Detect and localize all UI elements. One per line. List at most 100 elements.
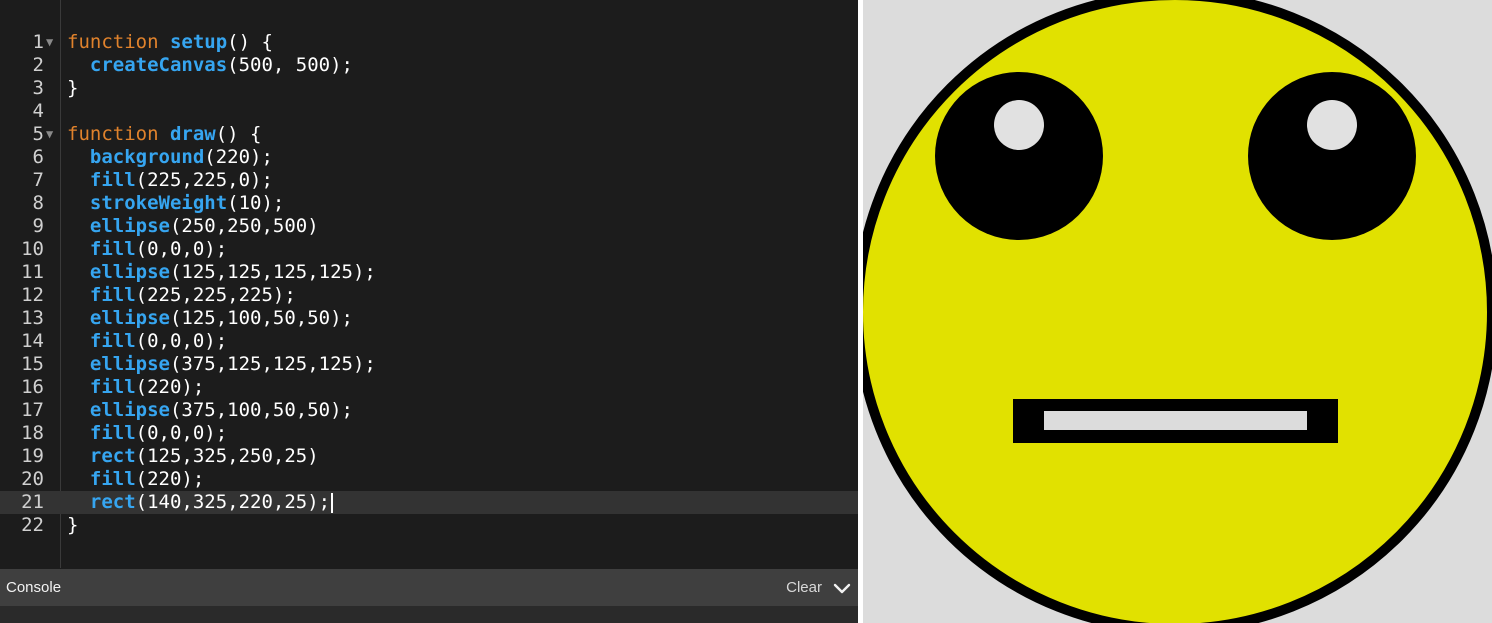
code-token: ellipse (89, 215, 170, 237)
sketch-preview (863, 0, 1492, 623)
code-token: () { (227, 31, 273, 53)
console-title: Console (6, 579, 62, 596)
line-number: 1 (32, 31, 44, 53)
fold-arrow-icon[interactable]: ▼ (46, 123, 58, 146)
code-text: fill(225,225,225); (67, 284, 296, 307)
code-line[interactable]: 5 ▼ function draw() { (0, 123, 858, 146)
code-line[interactable]: 19 rect(125,325,250,25) (0, 445, 858, 468)
code-token: strokeWeight (89, 192, 228, 214)
right-eye-highlight (1307, 100, 1357, 150)
line-number: 8 (32, 192, 44, 214)
code-token: (125,325,250,25) (135, 445, 319, 467)
line-number: 7 (32, 169, 44, 191)
code-lines[interactable]: 1 ▼ function setup() {2 createCanvas(500, … (0, 31, 858, 537)
code-line[interactable]: 22} (0, 514, 858, 537)
code-line[interactable]: 13 ellipse(125,100,50,50); (0, 307, 858, 330)
code-text: fill(0,0,0); (67, 422, 227, 445)
code-line[interactable]: 2 createCanvas(500, 500); (0, 54, 858, 77)
code-line[interactable]: 10 fill(0,0,0); (0, 238, 858, 261)
code-token: ellipse (89, 307, 170, 329)
code-token: setup (169, 31, 228, 53)
code-token: (0,0,0); (135, 422, 228, 444)
code-token: (500, 500); (227, 54, 354, 76)
code-token: (220); (135, 468, 205, 490)
line-number: 5 (32, 123, 44, 145)
code-token: ellipse (89, 261, 170, 283)
code-text: ellipse(125,125,125,125); (67, 261, 376, 284)
code-text: fill(220); (67, 468, 204, 491)
code-token: () { (215, 123, 262, 145)
code-line[interactable]: 15 ellipse(375,125,125,125); (0, 353, 858, 376)
code-text: ellipse(250,250,500) (67, 215, 319, 238)
code-token: fill (89, 376, 136, 398)
code-line[interactable]: 17 ellipse(375,100,50,50); (0, 399, 858, 422)
code-token: fill (89, 238, 136, 260)
code-line[interactable]: 1 ▼ function setup() { (0, 31, 858, 54)
code-token: (250,250,500) (169, 215, 319, 237)
code-text: fill(0,0,0); (67, 330, 227, 353)
code-token: fill (89, 330, 136, 352)
code-line[interactable]: 18 fill(0,0,0); (0, 422, 858, 445)
code-text: ellipse(125,100,50,50); (67, 307, 353, 330)
code-token: (140,325,220,25); (135, 491, 331, 513)
code-text: } (67, 514, 78, 537)
code-token: } (67, 514, 79, 536)
code-text: function draw() { (67, 123, 261, 146)
line-number: 12 (21, 284, 44, 306)
code-token: (225,225,225); (135, 284, 296, 306)
line-number: 11 (21, 261, 44, 283)
code-token: } (67, 77, 79, 99)
code-line[interactable]: 4 (0, 100, 858, 123)
mouth-inner (1044, 411, 1307, 430)
code-line[interactable]: 6 background(220); (0, 146, 858, 169)
smiley-face (863, 0, 1492, 623)
chevron-down-icon[interactable] (832, 578, 852, 598)
line-number: 10 (21, 238, 44, 260)
code-line[interactable]: 16 fill(220); (0, 376, 858, 399)
right-eye (1248, 72, 1416, 240)
code-line[interactable]: 21 rect(140,325,220,25); (0, 491, 858, 514)
code-token: (10); (227, 192, 285, 214)
code-token: background (89, 146, 205, 168)
code-text: fill(220); (67, 376, 204, 399)
code-line[interactable]: 3} (0, 77, 858, 100)
code-line[interactable]: 20 fill(220); (0, 468, 858, 491)
code-token: function (67, 31, 170, 53)
line-number: 22 (21, 514, 44, 536)
line-number: 18 (21, 422, 44, 444)
code-token: (0,0,0); (135, 330, 228, 352)
console-clear-button[interactable]: Clear (786, 569, 822, 606)
left-eye (935, 72, 1103, 240)
code-token: fill (89, 468, 136, 490)
code-token: (125,100,50,50); (169, 307, 353, 329)
code-text: fill(225,225,0); (67, 169, 273, 192)
line-number: 14 (21, 330, 44, 352)
code-line[interactable]: 9 ellipse(250,250,500) (0, 215, 858, 238)
code-line[interactable]: 8 strokeWeight(10); (0, 192, 858, 215)
code-editor[interactable]: 1 ▼ function setup() {2 createCanvas(500, … (0, 0, 858, 568)
code-line[interactable]: 14 fill(0,0,0); (0, 330, 858, 353)
line-number: 17 (21, 399, 44, 421)
code-line[interactable]: 7 fill(225,225,0); (0, 169, 858, 192)
code-line[interactable]: 11 ellipse(125,125,125,125); (0, 261, 858, 284)
code-token: (220); (135, 376, 205, 398)
code-line[interactable]: 12 fill(225,225,225); (0, 284, 858, 307)
fold-arrow-icon[interactable]: ▼ (46, 31, 58, 54)
code-text: createCanvas(500, 500); (67, 54, 353, 77)
text-cursor (331, 492, 334, 513)
code-editor-pane: 1 ▼ function setup() {2 createCanvas(500, … (0, 0, 858, 623)
code-text: rect(125,325,250,25) (67, 445, 319, 468)
